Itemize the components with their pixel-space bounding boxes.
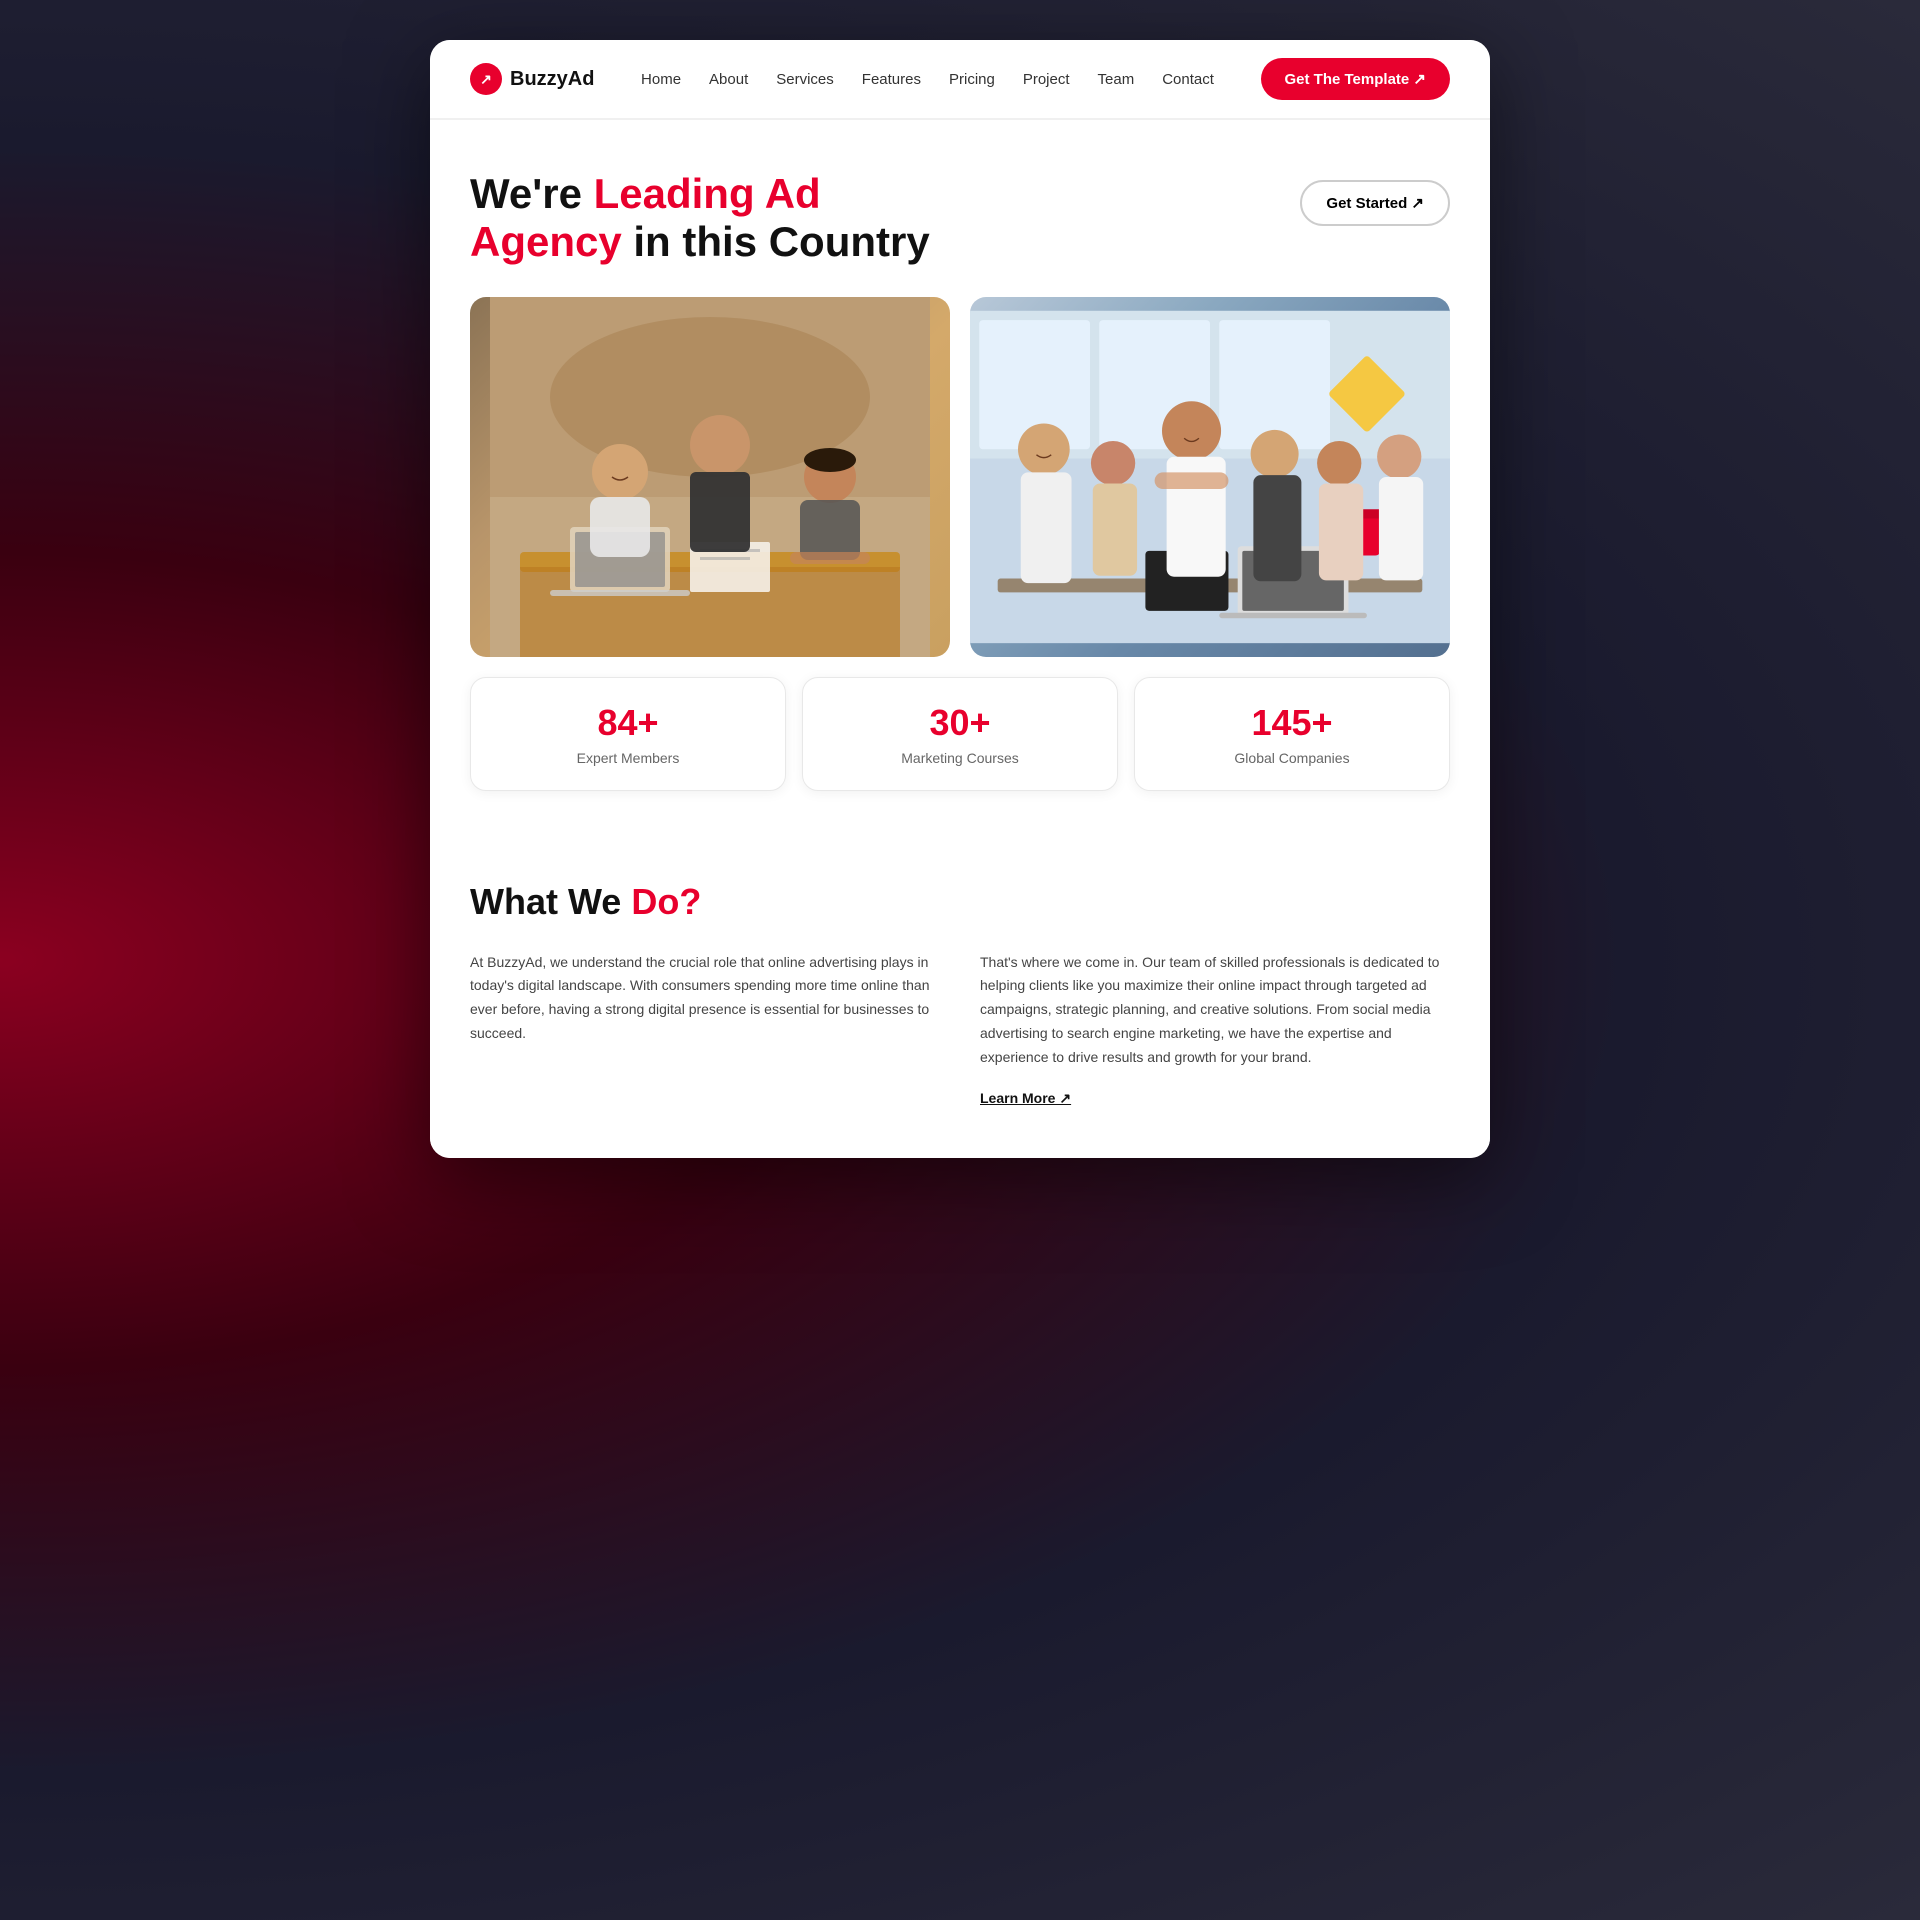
nav-features[interactable]: Features xyxy=(862,71,921,88)
hero-title-line1: We're Leading Ad xyxy=(470,170,821,217)
left-image-svg xyxy=(470,297,950,657)
nav-team[interactable]: Team xyxy=(1098,71,1135,88)
nav-project[interactable]: Project xyxy=(1023,71,1070,88)
what-section: What We Do? At BuzzyAd, we understand th… xyxy=(430,821,1490,1158)
what-cols: At BuzzyAd, we understand the crucial ro… xyxy=(470,951,1450,1108)
images-row xyxy=(470,297,1450,657)
get-started-button[interactable]: Get Started ↗ xyxy=(1300,180,1450,226)
stat-label-companies: Global Companies xyxy=(1155,750,1429,766)
hero-top: We're Leading Ad Agency in this Country … xyxy=(470,170,1450,267)
browser-window: ↗ BuzzyAd Home About Services Features P… xyxy=(430,40,1490,1158)
hero-image-right xyxy=(970,297,1450,657)
what-col-right: That's where we come in. Our team of ski… xyxy=(980,951,1450,1108)
stat-number-companies: 145+ xyxy=(1155,702,1429,744)
logo-icon: ↗ xyxy=(470,63,502,95)
stat-card-courses: 30+ Marketing Courses xyxy=(802,677,1118,791)
what-col-left: At BuzzyAd, we understand the crucial ro… xyxy=(470,951,940,1108)
hero-accent2: Agency xyxy=(470,218,622,265)
what-title-plain: What We xyxy=(470,881,631,922)
hero-image-left xyxy=(470,297,950,657)
stat-number-courses: 30+ xyxy=(823,702,1097,744)
logo: ↗ BuzzyAd xyxy=(470,63,594,95)
stats-row: 84+ Expert Members 30+ Marketing Courses… xyxy=(470,677,1450,791)
hero-section: We're Leading Ad Agency in this Country … xyxy=(430,120,1490,821)
learn-more-button[interactable]: Learn More ↗ xyxy=(980,1090,1071,1107)
right-image-svg xyxy=(970,297,1450,657)
brand-name: BuzzyAd xyxy=(510,68,594,91)
hero-accent1: Leading Ad xyxy=(594,170,821,217)
header: ↗ BuzzyAd Home About Services Features P… xyxy=(430,40,1490,120)
nav-contact[interactable]: Contact xyxy=(1162,71,1214,88)
main-nav: Home About Services Features Pricing Pro… xyxy=(641,71,1214,88)
hero-plain2: in this Country xyxy=(622,218,930,265)
stat-card-companies: 145+ Global Companies xyxy=(1134,677,1450,791)
stat-number-members: 84+ xyxy=(491,702,765,744)
hero-title: We're Leading Ad Agency in this Country xyxy=(470,170,930,267)
stat-label-courses: Marketing Courses xyxy=(823,750,1097,766)
get-template-button[interactable]: Get The Template ↗ xyxy=(1261,58,1450,100)
stat-card-members: 84+ Expert Members xyxy=(470,677,786,791)
nav-about[interactable]: About xyxy=(709,71,748,88)
what-col-left-text: At BuzzyAd, we understand the crucial ro… xyxy=(470,951,940,1046)
stat-label-members: Expert Members xyxy=(491,750,765,766)
nav-pricing[interactable]: Pricing xyxy=(949,71,995,88)
what-title-accent: Do? xyxy=(631,881,701,922)
nav-home[interactable]: Home xyxy=(641,71,681,88)
nav-services[interactable]: Services xyxy=(776,71,834,88)
what-title: What We Do? xyxy=(470,881,1450,923)
what-col-right-text: That's where we come in. Our team of ski… xyxy=(980,951,1450,1070)
